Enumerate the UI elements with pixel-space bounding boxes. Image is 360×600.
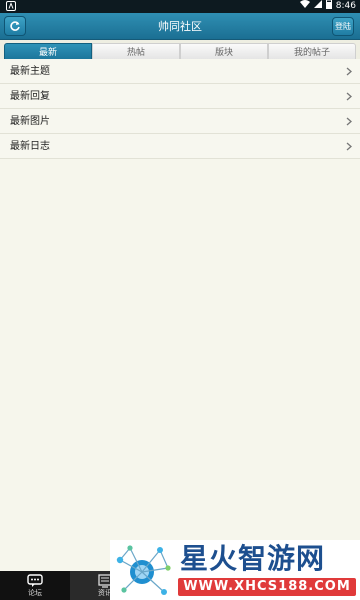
watermark-logo-icon [116,545,171,595]
chevron-right-icon [346,117,352,126]
bottom-tab-label: 论坛 [28,589,42,597]
watermark: 星火智游网 WWW.XHCS188.COM [110,540,360,600]
list-item[interactable]: 最新图片 [0,109,360,134]
list-item-label: 最新回复 [10,91,50,102]
app-notification-icon [6,1,16,11]
chevron-right-icon [346,92,352,101]
list-item-label: 最新日志 [10,141,50,152]
watermark-url: WWW.XHCS188.COM [178,578,356,596]
list-item[interactable]: 最新日志 [0,134,360,159]
list-item[interactable]: 最新回复 [0,84,360,109]
chevron-right-icon [346,142,352,151]
battery-icon [325,0,332,14]
page-title: 帅同社区 [158,20,202,33]
list-item[interactable]: 最新主题 [0,59,360,84]
status-bar: 8:46 [0,0,360,13]
chevron-right-icon [346,67,352,76]
wifi-icon [299,0,310,13]
bottom-tab-forum[interactable]: 论坛 [0,571,70,600]
title-bar: 帅同社区 登陆 [0,13,360,40]
forum-icon [27,574,43,587]
watermark-title: 星火智游网 [180,542,326,575]
list-item-label: 最新主题 [10,66,50,77]
latest-list: 最新主题 最新回复 最新图片 最新日志 [0,59,360,159]
signal-icon [313,0,322,13]
login-button[interactable]: 登陆 [332,17,354,36]
status-time: 8:46 [335,1,356,11]
list-item-label: 最新图片 [10,116,50,127]
